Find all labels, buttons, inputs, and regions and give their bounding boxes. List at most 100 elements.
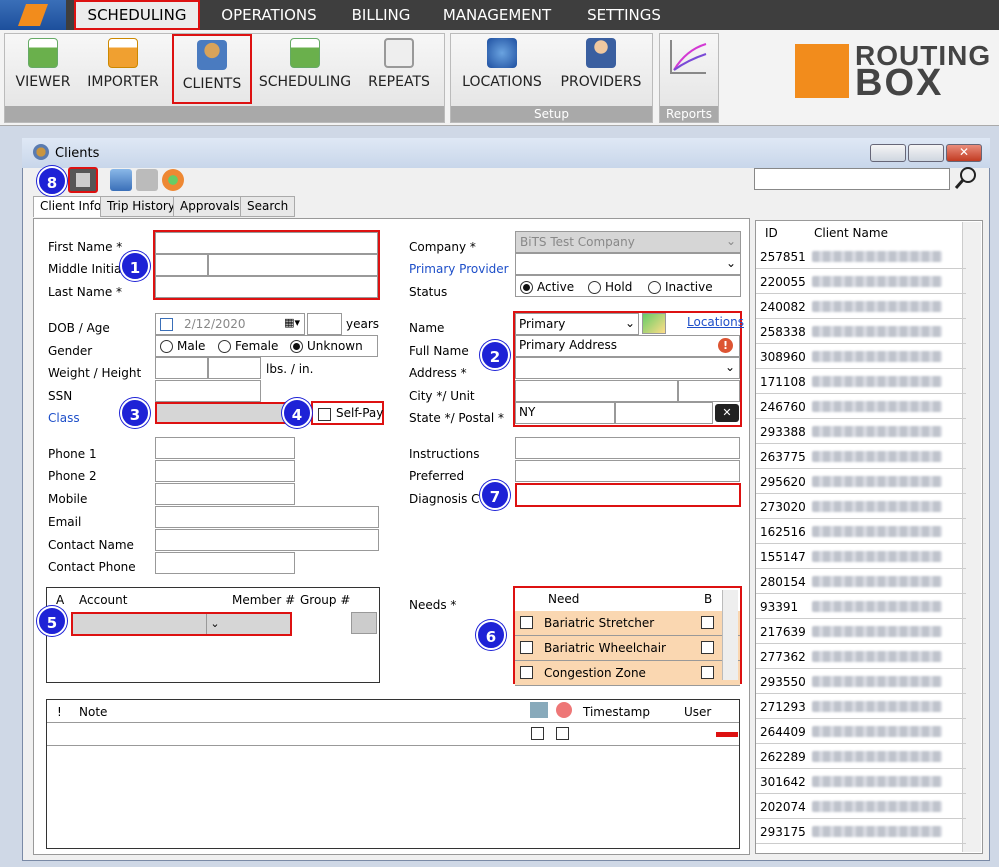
first-name-field[interactable] xyxy=(155,232,378,254)
client-row[interactable]: 295620 xyxy=(756,469,966,494)
viewer-button[interactable]: VIEWER xyxy=(12,34,74,104)
city-field[interactable] xyxy=(515,380,678,402)
notes-driver-checkbox[interactable] xyxy=(531,727,544,740)
client-row[interactable]: 220055 xyxy=(756,269,966,294)
add-user-icon[interactable] xyxy=(162,169,184,191)
client-row[interactable]: 271293 xyxy=(756,694,966,719)
reports-chart-icon[interactable] xyxy=(670,40,707,74)
client-row[interactable]: 202074 xyxy=(756,794,966,819)
gender-unknown-radio[interactable]: Unknown xyxy=(290,339,363,353)
minimize-button[interactable] xyxy=(870,144,906,162)
phone2-field[interactable] xyxy=(155,460,295,482)
mobile-field[interactable] xyxy=(155,483,295,505)
repeats-button[interactable]: REPEATS xyxy=(362,34,436,104)
save-button[interactable] xyxy=(68,167,98,193)
close-button[interactable]: ✕ xyxy=(946,144,982,162)
status-inactive-radio[interactable]: Inactive xyxy=(648,280,713,294)
status-active-radio[interactable]: Active xyxy=(520,280,574,294)
client-row[interactable]: 293550 xyxy=(756,669,966,694)
clients-button[interactable]: CLIENTS xyxy=(172,34,252,104)
client-row[interactable]: 301642 xyxy=(756,769,966,794)
address-name-select[interactable]: Primary ⌄ xyxy=(515,313,639,335)
menu-management[interactable]: MANAGEMENT xyxy=(432,0,562,30)
contact-name-field[interactable] xyxy=(155,529,379,551)
client-row[interactable]: 246760 xyxy=(756,394,966,419)
gender-female-radio[interactable]: Female xyxy=(218,339,278,353)
primary-provider-link[interactable]: Primary Provider xyxy=(409,262,509,276)
calendar-dropdown-icon[interactable]: ▦▾ xyxy=(284,316,300,329)
client-row[interactable]: 240082 xyxy=(756,294,966,319)
client-row[interactable]: 263775 xyxy=(756,444,966,469)
need-row[interactable]: Bariatric Stretcher xyxy=(515,611,740,636)
tab-trip-history[interactable]: Trip History xyxy=(100,196,182,217)
paperclip-icon[interactable] xyxy=(136,169,158,191)
height-field[interactable] xyxy=(208,357,261,379)
client-row[interactable]: 258338 xyxy=(756,319,966,344)
need-row[interactable]: Bariatric Wheelchair xyxy=(515,636,740,661)
middle-initial-field[interactable] xyxy=(155,254,208,276)
providers-button[interactable]: PROVIDERS xyxy=(556,34,646,104)
class-link[interactable]: Class xyxy=(48,411,80,425)
map-icon[interactable] xyxy=(642,313,666,334)
account-lookup-button[interactable] xyxy=(351,612,377,634)
address-select[interactable]: ⌄ xyxy=(515,357,740,379)
need-checkbox[interactable] xyxy=(520,666,533,679)
need-b-checkbox[interactable] xyxy=(701,616,714,629)
client-row[interactable]: 171108 xyxy=(756,369,966,394)
account-select[interactable]: ⌄ xyxy=(71,612,292,636)
remove-note-icon[interactable] xyxy=(716,732,738,737)
menu-operations[interactable]: OPERATIONS xyxy=(207,0,331,30)
client-row[interactable]: 262289 xyxy=(756,744,966,769)
search-input[interactable] xyxy=(754,168,950,190)
last-name-field[interactable] xyxy=(155,276,378,298)
maximize-button[interactable] xyxy=(908,144,944,162)
menu-scheduling[interactable]: SCHEDULING xyxy=(74,0,200,30)
client-row[interactable]: 257851 xyxy=(756,244,966,269)
scheduling-button[interactable]: SCHEDULING xyxy=(258,34,352,104)
locations-button[interactable]: LOCATIONS xyxy=(458,34,546,104)
notes-person-checkbox[interactable] xyxy=(556,727,569,740)
client-row[interactable]: 293388 xyxy=(756,419,966,444)
client-row[interactable]: 155147 xyxy=(756,544,966,569)
need-row[interactable]: Congestion Zone xyxy=(515,661,740,686)
client-row[interactable]: 277362 xyxy=(756,644,966,669)
clear-address-icon[interactable]: ✕ xyxy=(715,404,739,422)
preferred-field[interactable] xyxy=(515,460,740,482)
unit-field[interactable] xyxy=(678,380,740,402)
dob-field[interactable]: 2/12/2020 ▦▾ xyxy=(155,313,305,335)
email-field[interactable] xyxy=(155,506,379,528)
self-pay-checkbox[interactable]: Self-Pay xyxy=(311,401,384,425)
phone1-field[interactable] xyxy=(155,437,295,459)
need-b-checkbox[interactable] xyxy=(701,666,714,679)
database-icon[interactable] xyxy=(110,169,132,191)
app-logo-icon[interactable] xyxy=(0,0,66,30)
tab-search[interactable]: Search xyxy=(240,196,296,217)
locations-link[interactable]: Locations xyxy=(687,315,744,329)
tab-client-info[interactable]: Client Info xyxy=(33,196,109,217)
contact-phone-field[interactable] xyxy=(155,552,295,574)
dob-checkbox[interactable] xyxy=(160,318,173,331)
client-row[interactable]: 273020 xyxy=(756,494,966,519)
diagnosis-code-field[interactable] xyxy=(515,483,741,507)
chevron-down-icon[interactable]: ⌄ xyxy=(206,614,223,634)
need-checkbox[interactable] xyxy=(520,616,533,629)
status-hold-radio[interactable]: Hold xyxy=(588,280,632,294)
company-select[interactable]: BiTS Test Company ⌄ xyxy=(515,231,741,253)
primary-provider-select[interactable]: ⌄ xyxy=(515,253,741,275)
notes-new-row[interactable] xyxy=(47,722,739,746)
need-checkbox[interactable] xyxy=(520,641,533,654)
client-row[interactable]: 293175 xyxy=(756,819,966,844)
ssn-field[interactable] xyxy=(155,380,261,402)
gender-male-radio[interactable]: Male xyxy=(160,339,205,353)
age-field[interactable] xyxy=(307,313,342,335)
need-b-checkbox[interactable] xyxy=(701,641,714,654)
client-row[interactable]: 93391 xyxy=(756,594,966,619)
client-row[interactable]: 280154 xyxy=(756,569,966,594)
menu-settings[interactable]: SETTINGS xyxy=(574,0,674,30)
importer-button[interactable]: IMPORTER xyxy=(84,34,162,104)
needs-scrollbar[interactable] xyxy=(722,590,738,680)
tab-approvals[interactable]: Approvals xyxy=(173,196,247,217)
postal-field[interactable] xyxy=(615,402,713,424)
state-field[interactable]: NY xyxy=(515,402,615,424)
search-icon[interactable] xyxy=(954,166,978,190)
